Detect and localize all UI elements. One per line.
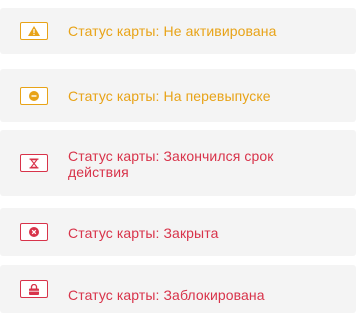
lock-icon xyxy=(20,280,48,298)
status-card-reissue: Статус карты: На перевыпуске xyxy=(0,69,356,122)
card-status-list: Статус карты: Не активирована Статус кар… xyxy=(0,0,364,313)
hourglass-icon xyxy=(20,154,48,172)
status-label: Статус карты: Заблокирована xyxy=(68,287,265,303)
status-card-expired: Статус карты: Закончился срок действия xyxy=(0,130,356,196)
status-card-not-activated: Статус карты: Не активирована xyxy=(0,8,356,54)
status-label: Статус карты: На перевыпуске xyxy=(68,88,271,104)
status-card-blocked: Статус карты: Заблокирована xyxy=(0,265,356,313)
status-card-closed: Статус карты: Закрыта xyxy=(0,208,356,256)
reissue-circle-icon xyxy=(20,86,48,105)
status-label: Статус карты: Не активирована xyxy=(68,23,277,39)
warning-triangle-icon xyxy=(20,22,48,40)
close-circle-icon xyxy=(20,223,48,241)
status-label: Статус карты: Закрыта xyxy=(68,225,219,241)
status-label: Статус карты: Закончился срок действия xyxy=(68,148,274,180)
